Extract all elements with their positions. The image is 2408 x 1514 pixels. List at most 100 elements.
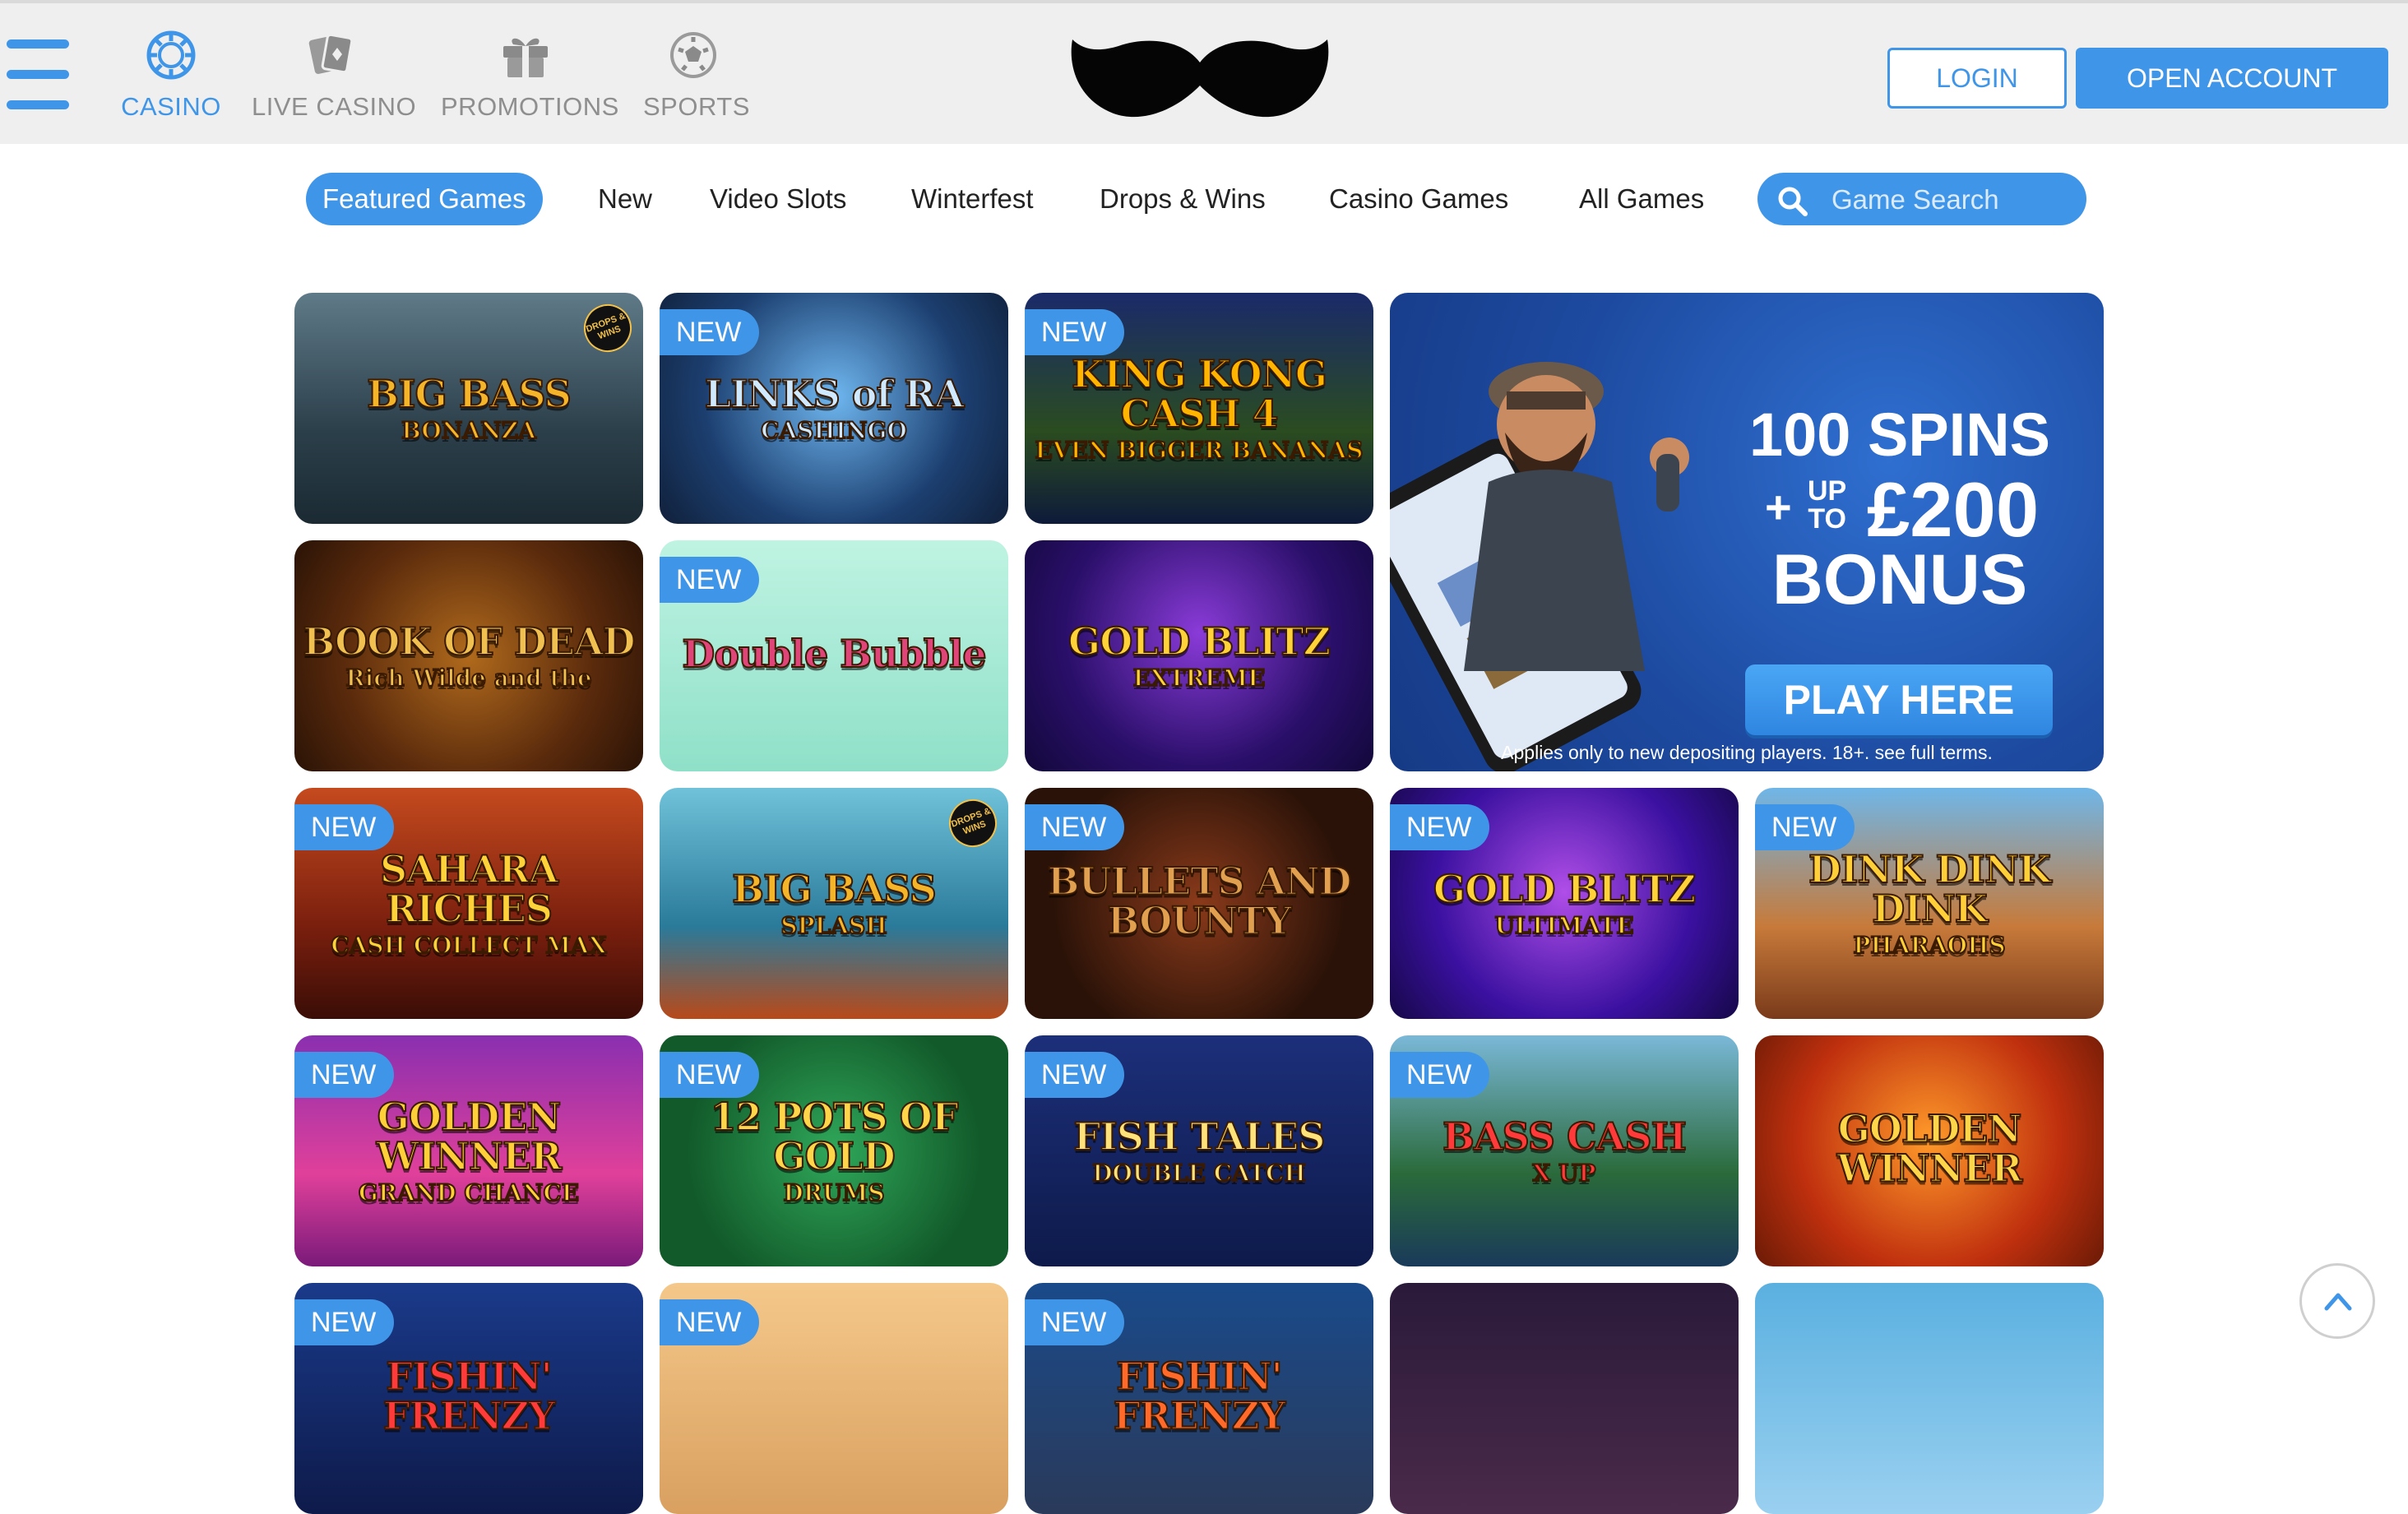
play-here-button[interactable]: PLAY HERE (1745, 664, 2053, 735)
nav-casino[interactable]: CASINO (120, 30, 222, 121)
new-badge: NEW (1025, 309, 1125, 355)
game-title-main: GOLD BLITZ (1067, 618, 1331, 664)
promo-to: TO (1808, 503, 1846, 535)
game-tile[interactable]: DINK DINK DINK PHARAOHS NEW (1755, 788, 2104, 1019)
promo-plus: + (1765, 481, 1792, 533)
playing-cards-icon (308, 33, 354, 74)
mustache-logo-icon[interactable] (1067, 35, 1332, 122)
game-title-sub: GRAND CHANCE (358, 1179, 580, 1207)
drops-wins-badge-icon: DROPS & WINS (577, 297, 639, 359)
game-title: BIG BASS BONANZA (303, 371, 635, 444)
game-tile[interactable]: FISHIN' FRENZY NEW (1025, 1283, 1373, 1514)
game-title: SAHARA RICHES CASH COLLECT MAX (303, 846, 635, 960)
nav-promotions[interactable]: PROMOTIONS (441, 30, 619, 121)
nav-live-casino-label: LIVE CASINO (252, 92, 417, 121)
game-title: DINK DINK DINK PHARAOHS (1763, 848, 2095, 960)
game-title (1763, 1396, 2095, 1401)
nav-promotions-label: PROMOTIONS (441, 92, 619, 121)
game-title-main: FISH TALES (1073, 1114, 1327, 1159)
game-search[interactable] (1757, 173, 2086, 227)
game-tile[interactable]: NEW (660, 1283, 1008, 1514)
tab-winterfest[interactable]: Winterfest (911, 173, 1034, 225)
new-badge: NEW (294, 1052, 395, 1098)
game-title-main: KING KONG CASH 4 (1071, 351, 1328, 436)
game-title-main: GOLDEN WINNER (376, 1094, 563, 1178)
tab-all-games[interactable]: All Games (1579, 173, 1704, 225)
game-tile[interactable]: GOLD BLITZ ULTIMATE NEW (1390, 788, 1739, 1019)
new-badge: NEW (294, 804, 395, 850)
game-tile[interactable]: GOLD BLITZ EXTREME (1025, 540, 1373, 771)
new-badge: NEW (660, 309, 760, 355)
gift-box-icon (503, 38, 548, 77)
game-tile[interactable]: KING KONG CASH 4 EVEN BIGGER BANANAS NEW (1025, 293, 1373, 524)
game-tile[interactable]: FISHIN' FRENZY NEW (294, 1283, 643, 1514)
nav-sports-label: SPORTS (643, 92, 750, 121)
game-title: 12 POTS OF GOLD DRUMS (668, 1094, 1000, 1206)
game-title-main: FISHIN' FRENZY (382, 1354, 556, 1438)
nav-sports[interactable]: SPORTS (643, 30, 750, 121)
game-tile[interactable] (1390, 1283, 1739, 1514)
game-tile[interactable]: BOOK OF DEAD Rich Wilde and the (294, 540, 643, 771)
game-tile[interactable]: Double Bubble NEW (660, 540, 1008, 771)
game-title-sub: X UP (1532, 1159, 1597, 1187)
welcome-bonus-banner[interactable]: 100 SPINS + UP TO £200 BONUS PLAY HERE Ap… (1390, 293, 2104, 771)
game-title-main: FISHIN' FRENZY (1113, 1354, 1286, 1438)
game-title-main: GOLD BLITZ (1433, 866, 1697, 911)
game-title-main: LINKS of RA (704, 371, 966, 416)
game-tile[interactable]: BIG BASS SPLASH DROPS & WINS (660, 788, 1008, 1019)
game-title-main: BIG BASS (366, 371, 572, 416)
game-title: GOLD BLITZ EXTREME (1033, 618, 1365, 692)
game-title: BOOK OF DEAD Rich Wilde and the (302, 621, 636, 692)
game-tile[interactable] (1755, 1283, 2104, 1514)
hamburger-menu-icon[interactable] (7, 39, 69, 110)
game-title-sub: ULTIMATE (1493, 911, 1634, 939)
game-title-sub: PHARAOHS (1852, 932, 2006, 960)
game-tile[interactable]: 12 POTS OF GOLD DRUMS NEW (660, 1035, 1008, 1266)
game-title (1398, 1396, 1730, 1401)
game-title-main: GOLDEN WINNER (1836, 1106, 2024, 1191)
promo-up-to: UP TO (1808, 477, 1846, 533)
new-badge: NEW (1390, 1052, 1490, 1098)
tab-video-slots[interactable]: Video Slots (710, 173, 846, 225)
game-title-main: SAHARA RICHES (379, 846, 559, 931)
game-title-sub: Rich Wilde and the (345, 664, 592, 692)
game-title-sub: SPLASH (780, 911, 887, 939)
game-tile[interactable]: BULLETS AND BOUNTY NEW (1025, 788, 1373, 1019)
game-title: GOLDEN WINNER (1763, 1106, 2095, 1193)
game-title-sub: BONANZA (401, 416, 537, 444)
game-tile[interactable]: BASS CASH X UP NEW (1390, 1035, 1739, 1266)
game-title: GOLD BLITZ ULTIMATE (1398, 866, 1730, 939)
scroll-to-top-button[interactable] (2299, 1263, 2375, 1339)
game-title: BULLETS AND BOUNTY (1033, 859, 1365, 946)
new-badge: NEW (294, 1299, 395, 1345)
login-button[interactable]: LOGIN (1887, 48, 2067, 109)
game-title-sub: CASH COLLECT MAX (330, 932, 607, 960)
nav-live-casino[interactable]: LIVE CASINO (252, 30, 417, 121)
tab-casino-games[interactable]: Casino Games (1329, 173, 1508, 225)
drops-wins-badge-icon: DROPS & WINS (942, 792, 1004, 854)
game-title-main: 12 POTS OF GOLD (710, 1094, 960, 1178)
tab-drops-wins[interactable]: Drops & Wins (1100, 173, 1266, 225)
tab-new[interactable]: New (598, 173, 652, 225)
game-title: Double Bubble (668, 631, 1000, 678)
game-title-sub: EVEN BIGGER BANANAS (1035, 437, 1364, 465)
tab-featured-games[interactable]: Featured Games (306, 173, 543, 225)
game-title: LINKS of RA CASHINGO (668, 371, 1000, 444)
game-tile[interactable]: LINKS of RA CASHINGO NEW (660, 293, 1008, 524)
chevron-up-icon (2324, 1293, 2352, 1311)
game-tile[interactable]: GOLDEN WINNER GRAND CHANCE NEW (294, 1035, 643, 1266)
new-badge: NEW (1025, 1299, 1125, 1345)
open-account-button[interactable]: OPEN ACCOUNT (2076, 48, 2388, 109)
game-tile[interactable]: FISH TALES DOUBLE CATCH NEW (1025, 1035, 1373, 1266)
football-icon (670, 32, 716, 78)
game-tile[interactable]: SAHARA RICHES CASH COLLECT MAX NEW (294, 788, 643, 1019)
game-title-main: BASS CASH (1442, 1114, 1688, 1159)
game-title-main: Double Bubble (681, 631, 987, 676)
promo-spins-text: 100 SPINS (1748, 400, 2051, 469)
search-input[interactable] (1830, 173, 2072, 227)
game-tile[interactable]: BIG BASS BONANZA DROPS & WINS (294, 293, 643, 524)
game-title-sub: EXTREME (1132, 664, 1267, 692)
new-badge: NEW (660, 557, 760, 603)
game-title-main: BULLETS AND BOUNTY (1047, 859, 1353, 943)
game-tile[interactable]: GOLDEN WINNER (1755, 1035, 2104, 1266)
